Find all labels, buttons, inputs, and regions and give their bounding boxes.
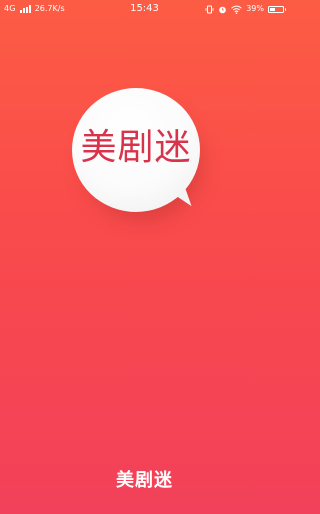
alarm-icon: [218, 5, 227, 14]
battery-percent: 39%: [246, 4, 264, 13]
battery-level-fill: [270, 7, 275, 11]
battery-icon: [268, 5, 286, 13]
status-bar-right: 39%: [205, 0, 286, 18]
vibrate-icon: [205, 5, 214, 14]
app-name: 美剧迷: [116, 470, 173, 491]
status-bar: 4G 26.7K/s 15:43 39%: [0, 0, 289, 18]
logo-text: 美剧迷: [80, 127, 192, 168]
speech-bubble: 美剧迷: [72, 88, 200, 212]
wifi-icon: [231, 5, 243, 14]
app-logo: 美剧迷: [72, 88, 220, 220]
